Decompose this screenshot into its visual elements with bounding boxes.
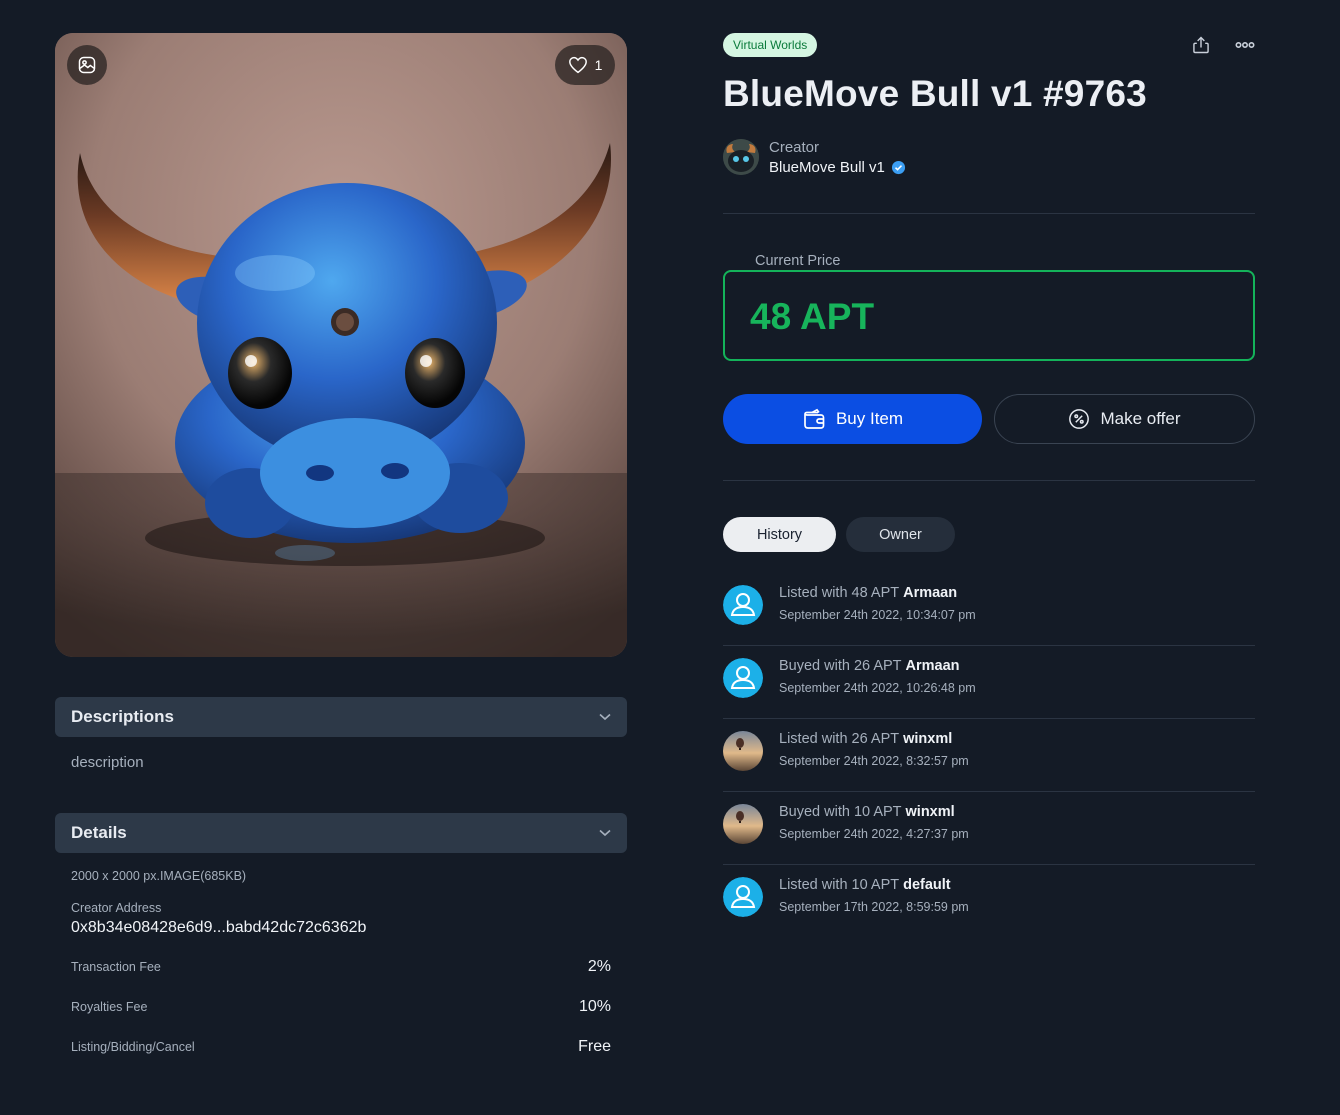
history-user[interactable]: Armaan [906, 658, 960, 674]
fee-value: 10% [578, 998, 611, 1015]
default-user-icon [723, 585, 763, 625]
descriptions-heading: Descriptions [71, 707, 174, 726]
like-count: 1 [594, 57, 603, 73]
history-action: Listed with 10 APT default [779, 877, 951, 893]
history-item: Listed with 10 APT default September 17th… [723, 865, 1255, 938]
history-action: Listed with 26 APT winxml [779, 731, 952, 747]
wallet-icon [804, 408, 825, 429]
verified-badge-icon [891, 160, 905, 175]
chevron-down-icon [599, 713, 611, 721]
transaction-fee-row: Transaction Fee 2% [71, 958, 611, 976]
history-date: September 24th 2022, 10:34:07 pm [779, 608, 976, 622]
user-avatar[interactable] [723, 585, 763, 625]
discount-icon [1069, 409, 1090, 429]
creator-name-link[interactable]: BlueMove Bull v1 [769, 159, 906, 176]
make-offer-button[interactable]: Make offer [994, 394, 1255, 444]
creator-name: BlueMove Bull v1 [769, 159, 885, 176]
fee-value: 2% [587, 958, 611, 975]
balloon-avatar [723, 804, 763, 844]
item-title: BlueMove Bull v1 #9763 [723, 73, 1147, 114]
user-avatar[interactable] [723, 658, 763, 698]
history-user[interactable]: Armaan [903, 585, 957, 601]
like-button[interactable]: 1 [555, 45, 615, 85]
user-avatar[interactable] [723, 877, 763, 917]
divider [723, 480, 1255, 481]
creator-avatar[interactable] [723, 139, 759, 175]
history-item: Listed with 26 APT winxml September 24th … [723, 719, 1255, 792]
history-action-text: Listed with 26 APT [779, 731, 900, 747]
history-date: September 17th 2022, 8:59:59 pm [779, 900, 969, 914]
share-icon [1193, 36, 1209, 54]
royalties-fee-row: Royalties Fee 10% [71, 998, 611, 1016]
history-action-text: Listed with 10 APT [779, 877, 900, 893]
details-heading: Details [71, 823, 127, 842]
history-date: September 24th 2022, 10:26:48 pm [779, 681, 976, 695]
creator-label: Creator [769, 139, 820, 156]
history-action: Listed with 48 APT Armaan [779, 585, 957, 601]
fee-label: Royalties Fee [71, 1000, 148, 1014]
tab-history[interactable]: History [723, 517, 836, 552]
divider [723, 213, 1255, 214]
history-action-text: Listed with 48 APT [779, 585, 900, 601]
history-date: September 24th 2022, 8:32:57 pm [779, 754, 969, 768]
category-tag[interactable]: Virtual Worlds [723, 33, 818, 57]
more-icon [1235, 41, 1255, 49]
buy-item-label: Buy Item [835, 409, 904, 428]
default-user-icon [723, 658, 763, 698]
history-date: September 24th 2022, 4:27:37 pm [779, 827, 969, 841]
buy-item-button[interactable]: Buy Item [723, 394, 982, 444]
details-accordion-header[interactable]: Details [55, 813, 627, 853]
bull-avatar-icon [723, 139, 759, 175]
more-options-button[interactable] [1233, 33, 1257, 57]
history-action-text: Buyed with 26 APT [779, 658, 902, 674]
history-user[interactable]: winxml [906, 804, 955, 820]
descriptions-accordion-header[interactable]: Descriptions [55, 697, 627, 737]
fee-label: Listing/Bidding/Cancel [71, 1040, 195, 1054]
heart-icon [568, 56, 587, 74]
fee-value: Free [578, 1038, 611, 1055]
bull-artwork [55, 33, 627, 657]
history-item: Buyed with 26 APT Armaan September 24th 2… [723, 646, 1255, 719]
creator-address-label: Creator Address [71, 901, 162, 915]
tab-owner[interactable]: Owner [846, 517, 955, 552]
current-price-value: 48 APT [750, 296, 875, 337]
file-info: 2000 x 2000 px.IMAGE(685KB) [71, 869, 247, 883]
nft-image[interactable]: 1 [55, 33, 627, 657]
nft-item-page: 1 Descriptions description Details 2000 … [0, 0, 1340, 1115]
creator-address[interactable]: 0x8b34e08428e6d9...babd42dc72c6362b [71, 919, 366, 937]
fee-label: Transaction Fee [71, 960, 161, 974]
default-user-icon [723, 877, 763, 917]
user-avatar[interactable] [723, 804, 763, 844]
user-avatar[interactable] [723, 731, 763, 771]
history-user[interactable]: default [903, 877, 951, 893]
share-button[interactable] [1189, 33, 1213, 57]
history-action-text: Buyed with 10 APT [779, 804, 902, 820]
balloon-avatar [723, 731, 763, 771]
current-price-label: Current Price [749, 253, 847, 269]
make-offer-label: Make offer [1100, 409, 1181, 428]
listing-fee-row: Listing/Bidding/Cancel Free [71, 1038, 611, 1056]
history-action: Buyed with 26 APT Armaan [779, 658, 960, 674]
history-user[interactable]: winxml [903, 731, 952, 747]
history-item: Buyed with 10 APT winxml September 24th 2… [723, 792, 1255, 865]
history-action: Buyed with 10 APT winxml [779, 804, 955, 820]
history-item: Listed with 48 APT Armaan September 24th … [723, 573, 1255, 646]
image-icon [78, 56, 96, 74]
image-view-button[interactable] [67, 45, 107, 85]
chevron-down-icon [599, 829, 611, 837]
description-text: description [71, 754, 144, 771]
